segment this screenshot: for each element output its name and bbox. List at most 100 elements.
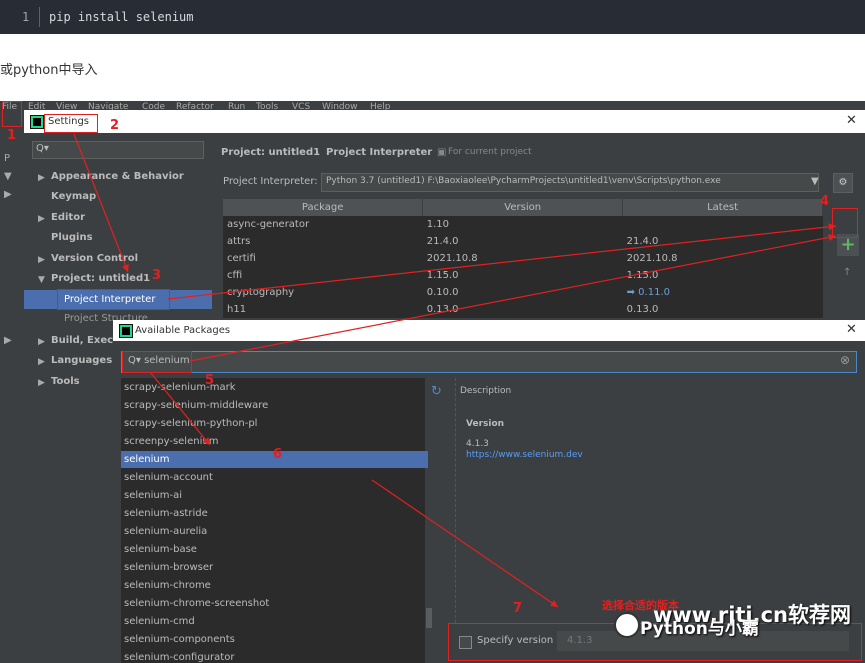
code-block: 1 pip install selenium [0,0,865,34]
list-item[interactable]: selenium-browser [124,559,425,576]
interpreter-select[interactable]: Python 3.7 (untitled1) F:\Baoxiaolee\Pyc… [321,173,819,192]
tree-item-plugins[interactable]: Plugins [51,232,93,243]
cell-package: cryptography [223,284,423,301]
pycharm-icon [119,324,133,338]
tree-item-project[interactable]: Project: untitled1 [51,273,150,284]
table-row[interactable]: async-generator 1.10 [223,216,823,233]
chevron-down-icon[interactable]: ▼ [811,176,819,187]
annotation-number: 3 [152,268,162,283]
annotation-box-search [122,351,192,373]
close-icon[interactable]: ✕ [846,113,857,128]
upgrade-package-icon[interactable]: ↑ [843,267,851,278]
cell-version: 1.10 [422,216,623,233]
close-icon[interactable]: ✕ [846,322,857,337]
table-row[interactable]: certifi 2021.10.8 2021.10.8 [223,250,823,267]
gutter-expand-icon[interactable]: ▼ [4,171,12,182]
list-item[interactable]: selenium-astride [124,505,425,522]
annotation-box-file [2,101,22,127]
cell-version: 2021.10.8 [422,250,623,267]
annotation-number: 2 [110,118,120,133]
watermark-account: Python与小霸 [640,619,759,639]
code-line-number: 1 [22,10,30,24]
list-item[interactable]: selenium-chrome-screenshot [124,595,425,612]
tree-arrow-icon[interactable]: ▶ [38,337,45,347]
table-row[interactable]: cryptography 0.10.0 ➡ 0.11.0 [223,284,823,301]
column-header[interactable]: Package [223,199,424,216]
column-header[interactable]: Latest [622,199,823,216]
cell-version: 21.4.0 [422,233,623,250]
cell-latest: 0.13.0 [622,301,823,318]
version-value: 4.1.3 [466,439,489,449]
list-item[interactable]: selenium-account [124,469,425,486]
list-item[interactable]: scrapy-selenium-python-pl [124,415,425,432]
tree-arrow-icon[interactable]: ▶ [38,357,45,367]
gutter-structure-icon[interactable]: ▶ [4,335,12,346]
gutter-project-icon[interactable]: P [4,153,10,164]
annotation-number: 1 [7,128,17,143]
tree-item-build[interactable]: Build, Execu [51,335,120,346]
cell-latest: 2021.10.8 [622,250,823,267]
intro-text: 或python中导入 [0,63,98,78]
settings-search-input[interactable]: Q▾ [32,141,204,159]
code-text: pip install selenium [49,10,194,24]
list-item[interactable]: scrapy-selenium-mark [124,379,425,396]
code-separator [39,7,40,27]
tree-arrow-icon[interactable]: ▶ [38,173,45,183]
tree-item-keymap[interactable]: Keymap [51,191,96,202]
cell-version: 0.10.0 [422,284,623,301]
interpreter-label: Project Interpreter: [223,176,318,187]
cell-latest: 1.15.0 [622,267,823,284]
package-list: scrapy-selenium-mark scrapy-selenium-mid… [121,378,432,663]
cell-version: 0.13.0 [422,301,623,318]
homepage-link[interactable]: https://www.selenium.dev [466,450,583,460]
breadcrumb-scope: For current project [448,147,532,157]
tree-item-tools[interactable]: Tools [51,376,80,387]
table-row[interactable]: cffi 1.15.0 1.15.0 [223,267,823,284]
annotation-box-add [832,208,858,238]
cell-package: attrs [223,233,423,250]
list-scrollbar[interactable] [426,608,432,628]
list-item[interactable]: selenium-configurator [124,649,425,663]
tree-item-version-control[interactable]: Version Control [51,253,138,264]
search-icon: Q▾ [36,143,49,154]
annotation-box-settings [44,114,98,133]
list-item[interactable]: selenium-ai [124,487,425,504]
tree-arrow-icon[interactable]: ▶ [38,378,45,388]
wechat-icon [614,612,640,638]
cell-package: certifi [223,250,423,267]
table-row[interactable]: h11 0.13.0 0.13.0 [223,301,823,318]
list-item[interactable]: selenium-aurelia [124,523,425,540]
pycharm-icon [30,115,44,129]
clear-search-icon[interactable]: ⊗ [840,353,850,367]
list-item[interactable]: selenium-components [124,631,425,648]
gear-icon[interactable]: ⚙ [833,173,853,193]
description-panel: Description Version 4.1.3 https://www.se… [455,378,856,623]
tree-arrow-icon[interactable]: ▶ [38,255,45,265]
cell-package: async-generator [223,216,423,233]
refresh-icon[interactable]: ↻ [431,384,442,399]
list-item[interactable]: scrapy-selenium-middleware [124,397,425,414]
tree-item-appearance[interactable]: Appearance & Behavior [51,171,184,182]
scope-icon: ▣ [437,147,447,158]
tree-arrow-icon[interactable]: ▶ [38,214,45,224]
list-item[interactable]: selenium-chrome [124,577,425,594]
tree-arrow-icon[interactable]: ▼ [38,275,45,285]
list-item[interactable]: selenium-cmd [124,613,425,630]
tree-item-editor[interactable]: Editor [51,212,85,223]
breadcrumb-project: Project: untitled1 [221,147,321,158]
available-title: Available Packages [135,325,231,336]
version-label: Version [466,419,505,429]
gutter-collapsed-icon[interactable]: ▶ [4,189,12,200]
package-search-input[interactable]: Q▾ selenium ⊗ [121,351,857,373]
table-row[interactable]: attrs 21.4.0 21.4.0 [223,233,823,250]
cell-package: h11 [223,301,423,318]
interpreter-value: Python 3.7 (untitled1) F:\Baoxiaolee\Pyc… [326,176,721,186]
project-gutter: P ▼ ▶ ▶ [0,113,25,663]
list-item[interactable]: selenium-base [124,541,425,558]
cell-latest: 21.4.0 [622,233,823,250]
annotation-number: 5 [205,373,215,388]
annotation-number: 4 [820,194,830,209]
cell-version: 1.15.0 [422,267,623,284]
column-header[interactable]: Version [422,199,624,216]
annotation-number: 7 [513,601,523,616]
